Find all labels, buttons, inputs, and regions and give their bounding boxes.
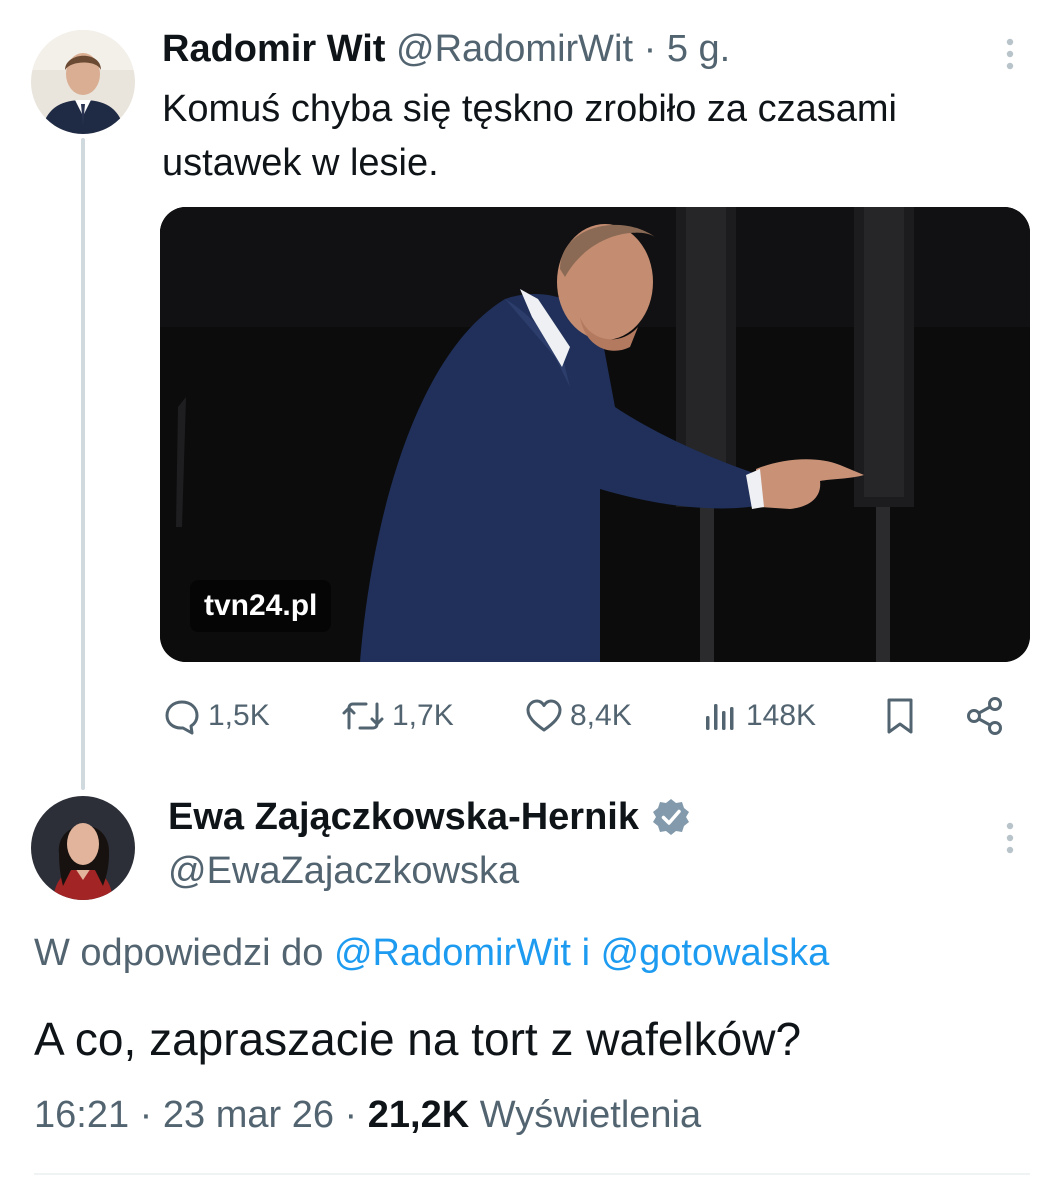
views-count: 148K bbox=[746, 699, 817, 732]
reply-prefix: W odpowiedzi do bbox=[34, 932, 324, 974]
reply-author-avatar[interactable] bbox=[31, 796, 135, 900]
reply-bubble-icon bbox=[165, 700, 199, 735]
tweet-header: Radomir Wit @RadomirWit · 5 g. bbox=[162, 26, 730, 72]
like-button[interactable]: 8,4K bbox=[524, 692, 632, 740]
header-separator: · bbox=[643, 28, 657, 70]
media-watermark: tvn24.pl bbox=[190, 580, 332, 632]
reply-author-handle[interactable]: @EwaZajaczkowska bbox=[168, 848, 519, 894]
reply-author-name-row: Ewa Zajączkowska-Hernik bbox=[168, 794, 691, 840]
views-button[interactable]: 148K bbox=[700, 692, 816, 740]
reply-date[interactable]: 23 mar 26 bbox=[163, 1094, 334, 1136]
reply-views-label: Wyświetlenia bbox=[479, 1094, 702, 1136]
reply-mention-radomirwit[interactable]: @RadomirWit bbox=[334, 932, 571, 974]
tweet-timestamp[interactable]: 5 g. bbox=[667, 28, 730, 70]
tweet-text: Komuś chyba się tęskno zrobiło za czasam… bbox=[162, 88, 897, 184]
reply-mention-gotowalska[interactable]: @gotowalska bbox=[601, 932, 830, 974]
meta-separator: · bbox=[139, 1094, 153, 1136]
thread-connector-line bbox=[81, 138, 85, 790]
divider bbox=[34, 1173, 1030, 1175]
author-avatar[interactable] bbox=[31, 30, 135, 134]
reply-tweet-text: A co, zapraszacie na tort z wafelków? bbox=[34, 1013, 802, 1065]
retweet-count: 1,7K bbox=[392, 699, 454, 732]
views-bars-icon bbox=[706, 704, 734, 730]
more-vertical-icon[interactable] bbox=[1000, 34, 1020, 74]
avatar-image bbox=[31, 796, 135, 900]
more-vertical-icon[interactable] bbox=[1000, 818, 1020, 858]
retweet-icon bbox=[342, 702, 384, 730]
share-button[interactable] bbox=[964, 692, 1012, 740]
reply-time[interactable]: 16:21 bbox=[34, 1094, 129, 1136]
share-icon bbox=[967, 697, 1002, 735]
reply-meta: 16:21 · 23 mar 26 · 21,2K Wyświetlenia bbox=[34, 1090, 701, 1140]
heart-icon bbox=[526, 699, 562, 732]
reply-views-count[interactable]: 21,2K bbox=[368, 1094, 469, 1136]
bookmark-button[interactable] bbox=[880, 692, 926, 740]
reply-count: 1,5K bbox=[208, 699, 270, 732]
retweet-button[interactable]: 1,7K bbox=[340, 692, 454, 740]
meta-separator: · bbox=[344, 1094, 358, 1136]
reply-context: W odpowiedzi do @RadomirWit i @gotowalsk… bbox=[34, 928, 829, 978]
author-name[interactable]: Radomir Wit bbox=[162, 28, 385, 70]
bookmark-icon bbox=[887, 698, 913, 734]
reply-author-name[interactable]: Ewa Zajączkowska-Hernik bbox=[168, 794, 639, 840]
verified-badge-icon[interactable] bbox=[651, 797, 691, 837]
avatar-image bbox=[31, 30, 135, 134]
tweet-actions-bar: 1,5K 1,7K 8,4K 148K bbox=[160, 692, 1030, 740]
reply-button[interactable]: 1,5K bbox=[162, 692, 270, 740]
like-count: 8,4K bbox=[570, 699, 632, 732]
reply-mention-conjunction: i bbox=[581, 932, 591, 974]
author-handle[interactable]: @RadomirWit bbox=[396, 28, 633, 70]
